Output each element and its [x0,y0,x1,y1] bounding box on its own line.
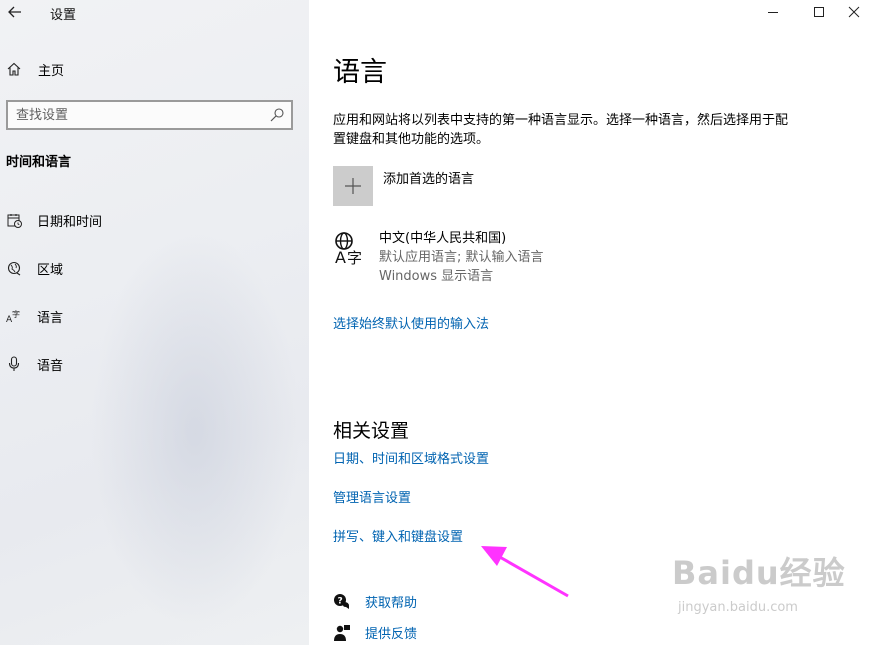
watermark-logo-text: Baidu经验 [672,554,846,592]
baidu-watermark: Baidu经验 jingyan.baidu.com [672,548,872,628]
watermark-url: jingyan.baidu.com [678,600,798,615]
